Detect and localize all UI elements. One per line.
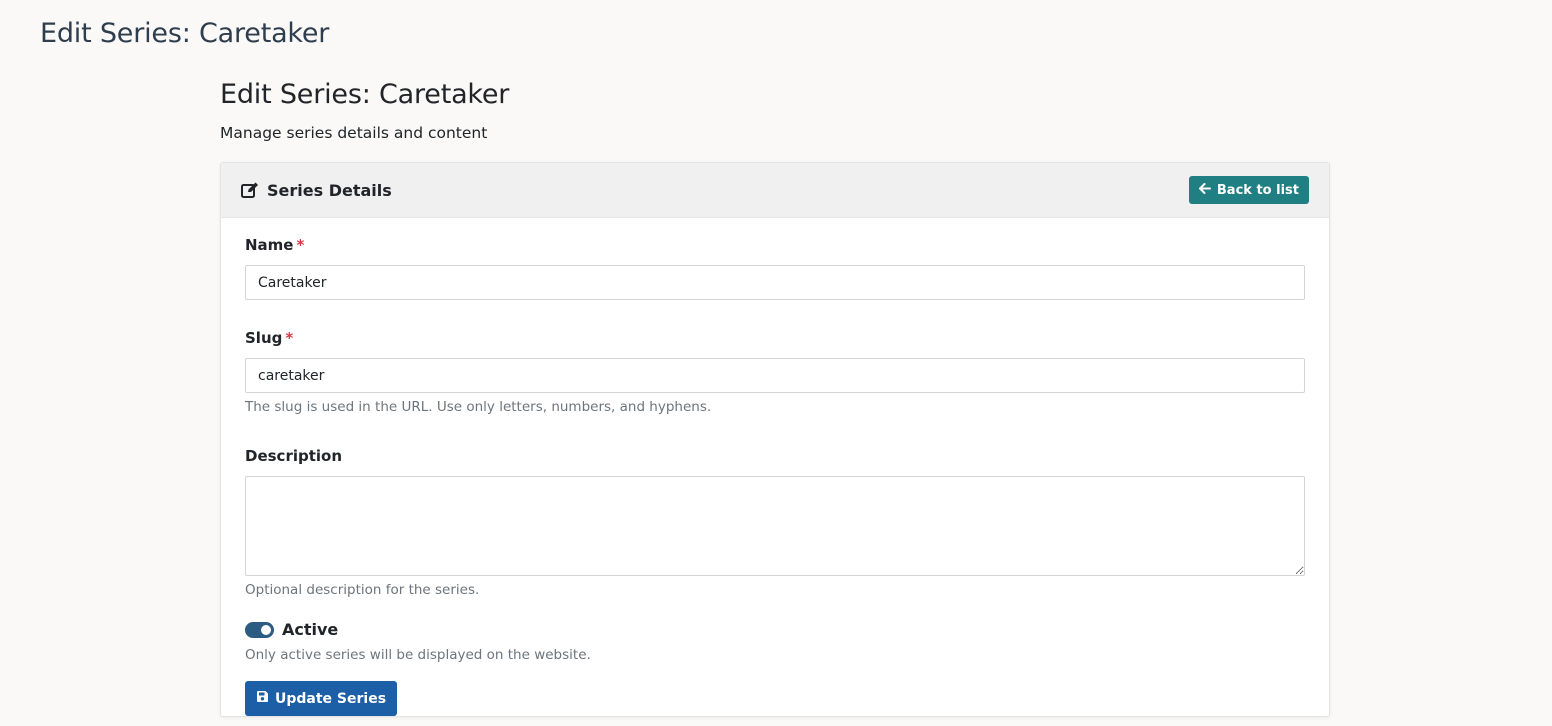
description-textarea[interactable] <box>245 476 1305 576</box>
name-input[interactable] <box>245 265 1305 300</box>
back-to-list-label: Back to list <box>1216 182 1299 198</box>
card-body: Name* Slug* The slug is used in the URL.… <box>221 218 1329 716</box>
description-label-text: Description <box>245 447 343 465</box>
slug-label-text: Slug <box>245 329 283 347</box>
page-header-title: Edit Series: Caretaker <box>40 18 330 49</box>
description-label: Description <box>245 447 1305 465</box>
slug-label: Slug * <box>245 329 1305 347</box>
save-icon <box>256 690 269 707</box>
slug-required-mark: * <box>285 329 294 347</box>
active-switch-row: Active <box>245 620 1305 639</box>
description-help-text: Optional description for the series. <box>245 582 480 598</box>
slug-input[interactable] <box>245 358 1305 393</box>
card-header: Series Details Back to list <box>221 163 1329 218</box>
description-field-group: Description Optional description for the… <box>245 447 1305 598</box>
toggle-knob <box>261 624 271 635</box>
name-required-mark: * <box>296 236 305 254</box>
back-to-list-button[interactable]: Back to list <box>1188 176 1309 204</box>
update-series-label: Update Series <box>275 690 387 707</box>
page-title: Edit Series: Caretaker <box>220 79 510 110</box>
update-series-button[interactable]: Update Series <box>245 681 398 716</box>
card-title: Series Details <box>241 181 392 200</box>
name-label-text: Name <box>245 236 294 254</box>
name-label: Name * <box>245 236 1305 254</box>
arrow-left-icon <box>1198 182 1211 198</box>
edit-icon <box>241 182 259 198</box>
slug-field-group: Slug* The slug is used in the URL. Use o… <box>245 329 1305 415</box>
series-details-card: Series Details Back to list Name * Caret… <box>220 162 1330 717</box>
card-title-label: Series Details <box>267 180 392 200</box>
active-help-text: Only active series will be displayed on … <box>245 647 591 663</box>
name-field-group: Name * <box>245 236 1305 300</box>
active-toggle[interactable] <box>245 621 274 638</box>
page-subtitle: Manage series details and content <box>220 124 488 142</box>
active-label: Active <box>282 620 339 639</box>
main-container: Edit Series: Caretaker Manage series det… <box>220 78 1330 717</box>
slug-help-text: The slug is used in the URL. Use only le… <box>245 399 712 415</box>
